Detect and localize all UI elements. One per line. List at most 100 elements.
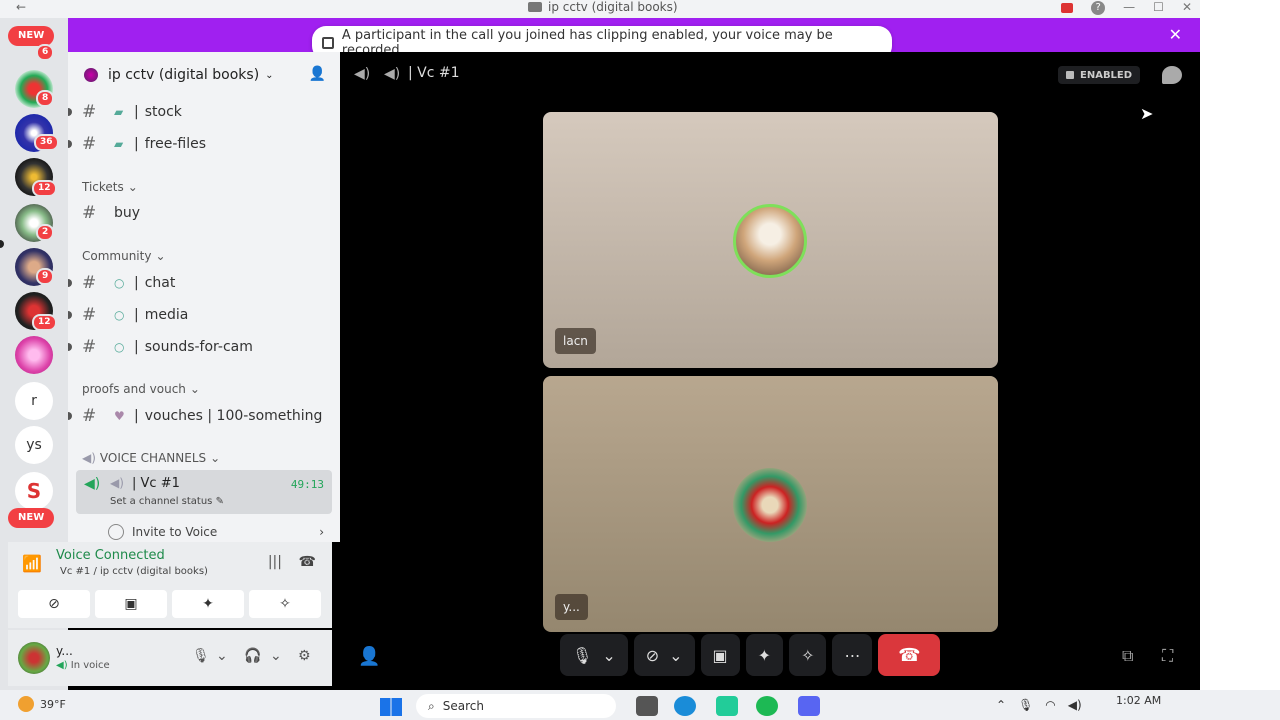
invite-to-voice[interactable]: Invite to Voice › <box>108 522 324 542</box>
voice-connected-panel: 📶 Voice Connected Vc #1 / ip cctv (digit… <box>8 542 332 628</box>
channel-name: vouches | 100-something <box>144 408 323 424</box>
discord-window: ← ip cctv (digital books) ? — ☐ ✕ ✕ A pa… <box>0 0 1280 720</box>
clipping-status-badge[interactable]: ENABLED <box>1058 66 1141 84</box>
soundboard-button[interactable]: ✧ <box>249 590 321 618</box>
call-header: ◀) ◀) | Vc #1 ENABLED <box>340 52 1200 98</box>
participant-name: lacn <box>555 328 596 354</box>
chat-icon[interactable] <box>1162 66 1182 84</box>
hash-icon: # <box>82 406 97 426</box>
signal-icon[interactable]: 📶 <box>22 554 44 576</box>
clip-icon <box>1066 71 1074 79</box>
invite-people-icon[interactable]: 👤 <box>309 66 326 82</box>
maximize-icon[interactable]: ☐ <box>1153 0 1164 15</box>
noise-suppression-icon[interactable]: ||| <box>268 554 282 570</box>
fullscreen-icon[interactable]: ⛶ <box>1162 646 1173 666</box>
hash-icon: # <box>82 337 97 357</box>
screen-share-icon: ▣ <box>712 645 728 665</box>
windows-start-icon[interactable] <box>380 698 402 716</box>
server-avatar[interactable]: S <box>15 472 53 510</box>
activities-button[interactable]: ✦ <box>172 590 244 618</box>
call-channel-name: | Vc #1 <box>408 65 460 81</box>
channel-media[interactable]: # ○ | media <box>68 300 332 330</box>
activities-button[interactable]: ✦ <box>745 634 784 676</box>
weather-icon <box>18 696 34 712</box>
camera-button[interactable]: ⊘ ⌄ <box>633 634 695 676</box>
close-notice-icon[interactable]: ✕ <box>1169 25 1182 44</box>
guild-name: ip cctv (digital books) <box>108 67 260 83</box>
camera-off-icon: ⊘ <box>48 596 60 612</box>
chevron-down-icon[interactable]: ⌄ <box>216 648 228 664</box>
guild-header[interactable]: ip cctv (digital books) ⌄ 👤 <box>68 52 340 98</box>
spotify-icon[interactable] <box>756 696 778 716</box>
task-view-icon[interactable] <box>636 696 658 716</box>
disconnect-icon[interactable]: ☎ <box>299 554 316 570</box>
wifi-icon[interactable]: ◠ <box>1045 698 1055 712</box>
channel-sounds-for-cam[interactable]: # ○ | sounds-for-cam <box>68 332 332 362</box>
hash-icon: # <box>82 203 97 223</box>
mention-badge: 8 <box>36 90 55 107</box>
chevron-down-icon: ⌄ <box>602 645 616 665</box>
chevron-down-icon: ⌄ <box>189 382 200 396</box>
voice-connected-title[interactable]: Voice Connected <box>56 548 165 563</box>
help-icon[interactable]: ? <box>1091 1 1106 15</box>
avatar[interactable] <box>18 642 50 674</box>
hangup-icon: ☎ <box>898 644 921 666</box>
channel-free-files[interactable]: # ▰ | free-files <box>68 129 332 159</box>
username[interactable]: y... <box>56 644 73 658</box>
screen-share-button[interactable]: ▣ <box>700 634 740 676</box>
disconnect-button[interactable]: ☎ <box>878 634 941 676</box>
popout-icon[interactable]: ⧉ <box>1122 646 1133 666</box>
close-window-icon[interactable]: ✕ <box>1182 0 1192 15</box>
channel-chat[interactable]: # ○ | chat <box>68 268 332 298</box>
weather-widget[interactable]: 39°F <box>18 696 66 712</box>
taskbar-search[interactable]: ⌕ Search <box>416 694 616 718</box>
activities-icon: ✦ <box>757 645 772 665</box>
speech-bubble-icon: ○ <box>114 276 125 290</box>
volume-icon[interactable]: ◀) <box>1068 698 1082 712</box>
server-avatar[interactable] <box>15 336 53 374</box>
folder-emoji-icon: ▰ <box>114 105 124 119</box>
mention-badge: 12 <box>32 314 57 331</box>
server-letter-ys[interactable]: ys <box>15 426 53 464</box>
channel-stock[interactable]: # ▰ | stock <box>68 97 332 127</box>
edge-icon[interactable] <box>674 696 696 716</box>
mouse-cursor-icon: ➤ <box>1140 104 1154 123</box>
microphone-icon[interactable]: 🎙 <box>192 648 210 664</box>
screen-share-button[interactable]: ▣ <box>95 590 167 618</box>
microphone-icon[interactable]: 🎙 <box>1018 698 1033 712</box>
back-arrow-icon[interactable]: ← <box>16 0 26 14</box>
camera-button[interactable]: ⊘ <box>18 590 90 618</box>
soundboard-button[interactable]: ✧ <box>789 634 827 676</box>
app-icon[interactable] <box>716 696 738 716</box>
headphones-icon[interactable]: 🎧 <box>244 648 261 664</box>
more-button[interactable]: ⋯ <box>832 634 873 676</box>
participant-tile[interactable]: y... <box>543 376 998 632</box>
chevron-down-icon: ⌄ <box>155 249 166 263</box>
category-voice-channels[interactable]: ◀) VOICE CHANNELS ⌄ <box>82 451 220 465</box>
channel-buy[interactable]: # buy <box>76 198 332 228</box>
category-community[interactable]: Community ⌄ <box>82 249 166 263</box>
inbox-icon[interactable] <box>1061 3 1074 13</box>
microphone-button[interactable]: 🎙 ⌄ <box>560 634 628 676</box>
discord-icon[interactable] <box>798 696 820 716</box>
category-tickets[interactable]: Tickets ⌄ <box>82 180 138 194</box>
channel-name: chat <box>144 275 176 291</box>
channel-vouches[interactable]: # ♥ | vouches | 100-something <box>68 401 332 431</box>
chevron-down-icon[interactable]: ⌄ <box>270 648 282 664</box>
channel-status-link[interactable]: Set a channel status ✎ <box>110 496 224 507</box>
gear-icon[interactable]: ⚙ <box>298 648 311 664</box>
voice-channel-vc1[interactable]: ◀) ◀) | Vc #1 49:13 Set a channel status… <box>76 470 332 514</box>
mention-badge: 6 <box>36 44 55 61</box>
taskbar-clock[interactable]: 1:02 AM <box>1116 694 1161 707</box>
channel-name: buy <box>114 205 141 221</box>
server-letter-r[interactable]: r <box>15 382 53 420</box>
speaker-icon: ◀) <box>84 476 101 492</box>
add-user-icon[interactable]: 👤 <box>358 646 380 667</box>
chevron-right-icon: › <box>319 525 324 539</box>
category-proofs[interactable]: proofs and vouch ⌄ <box>82 382 200 396</box>
camera-off-icon: ⊘ <box>645 645 660 665</box>
participant-tile[interactable]: lacn <box>543 112 998 368</box>
chevron-up-icon[interactable]: ⌃ <box>996 698 1006 712</box>
server-icon <box>84 68 98 82</box>
minimize-icon[interactable]: — <box>1123 0 1135 15</box>
